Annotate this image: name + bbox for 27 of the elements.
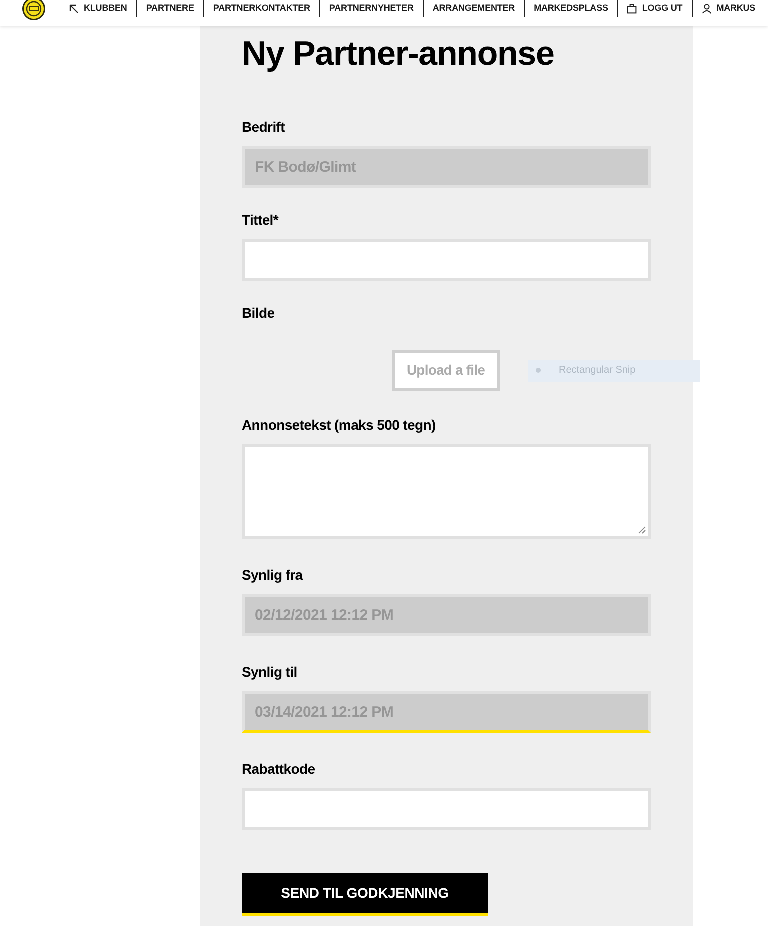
nav-link[interactable]: KLUBBEN	[60, 0, 136, 17]
bag-icon	[627, 4, 638, 14]
crest-logo[interactable]	[22, 0, 46, 21]
field-label: Synlig fra	[242, 566, 304, 585]
resize-handle-icon	[638, 526, 646, 534]
nav-link[interactable]: LOGG UT	[617, 0, 692, 17]
field-label: Bedrift	[242, 118, 286, 137]
text-area[interactable]	[242, 444, 651, 539]
arrow-up-left-icon	[69, 4, 79, 14]
nav-link[interactable]: ARRANGEMENTER	[422, 0, 524, 17]
nav-link[interactable]: MARKEDSPLASS	[524, 0, 618, 17]
person-icon	[702, 4, 712, 14]
field-label: Tittel*	[242, 211, 280, 230]
file-name: Rectangular Snip	[559, 364, 636, 378]
field-label: Synlig til	[242, 663, 298, 682]
text-field[interactable]	[242, 788, 651, 830]
field-label: Rabattkode	[242, 760, 316, 779]
nav-link[interactable]: PARTNERE	[136, 0, 204, 17]
page-title: Ny Partner-annonse	[242, 34, 556, 75]
text-field[interactable]	[242, 239, 651, 281]
field-label: Annonsetekst (maks 500 tegn)	[242, 416, 437, 435]
nav-link[interactable]: MARKUS	[692, 0, 765, 17]
nav-link[interactable]: PARTNERNYHETER	[319, 0, 423, 17]
submit-button[interactable]: SEND TIL GODKJENNING	[242, 873, 488, 916]
dot-icon	[536, 368, 541, 373]
nav-link[interactable]: PARTNERKONTAKTER	[203, 0, 320, 17]
field-label: Bilde	[242, 304, 276, 323]
